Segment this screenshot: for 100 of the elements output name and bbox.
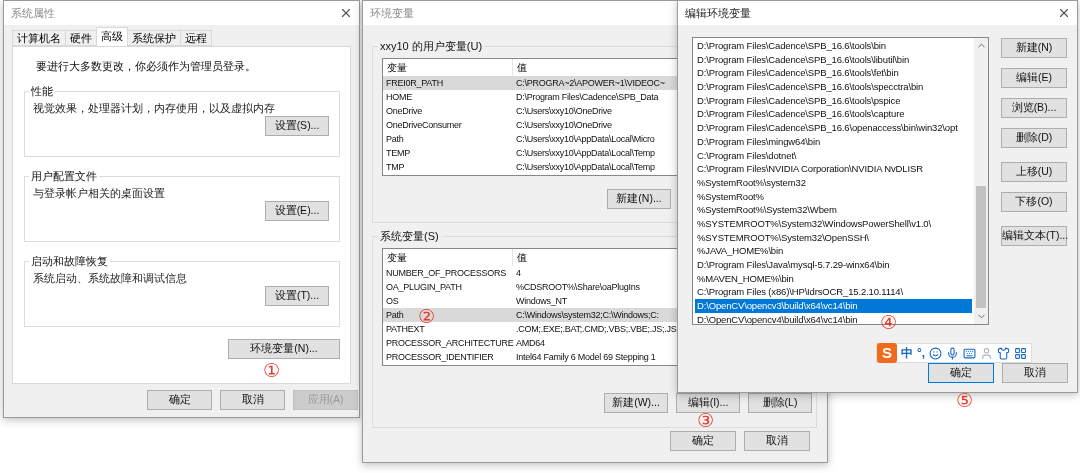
column-header[interactable]: 值: [513, 59, 677, 76]
tab[interactable]: 计算机名: [12, 30, 66, 46]
tab[interactable]: 系统保护: [127, 30, 181, 46]
dialog-button[interactable]: 取消: [220, 390, 285, 410]
microphone-icon[interactable]: [946, 346, 960, 360]
dialog-button[interactable]: 取消: [744, 431, 810, 451]
grid-icon[interactable]: [1014, 346, 1028, 360]
table-cell-text: C:\Users\xxy10\AppData\Local\Temp: [515, 162, 655, 172]
column-header[interactable]: 值: [513, 249, 677, 266]
new-button[interactable]: 新建(N)...: [607, 189, 671, 209]
tab[interactable]: 高级: [96, 27, 128, 46]
table-cell-text: PROCESSOR_ARCHITECTURE: [385, 338, 514, 348]
dialog-button[interactable]: 取消: [1002, 363, 1068, 383]
path-item[interactable]: %SystemRoot%: [695, 189, 764, 204]
table-row[interactable]: OA_PLUGIN_PATH %CDSROOT%\Share\oaPlugIns: [383, 280, 677, 294]
path-item[interactable]: D:\Program Files\Java\mysql-5.7.29-winx64\bin: [695, 258, 890, 272]
path-item[interactable]: D:\Program Files\Cadence\SPB_16.6\tools\capture: [695, 107, 905, 122]
step-number: ⑤: [956, 391, 974, 410]
environment-variables-button[interactable]: 环境变量(N)...: [228, 339, 340, 359]
tab[interactable]: 硬件: [65, 30, 97, 46]
notice-text: 要进行大多数更改，你必须作为管理员登录。: [36, 59, 257, 74]
dialog-button[interactable]: 删除(L): [748, 393, 812, 413]
table-cell-text: %CDSROOT%\Share\oaPlugIns: [515, 282, 640, 292]
path-item[interactable]: %SYSTEMROOT%\System32\WindowsPowerShell\v1.0\: [695, 216, 931, 231]
group-description: 系统启动、系统故障和调试信息: [33, 271, 188, 286]
shirt-icon[interactable]: [997, 346, 1011, 360]
table-cell-text: NUMBER_OF_PROCESSORS: [385, 268, 507, 278]
path-item[interactable]: D:\Program Files\Cadence\SPB_16.6\openaccess\bin\win32\opt: [695, 121, 958, 135]
path-item[interactable]: C:\Program Files\dotnet\: [695, 148, 797, 163]
table-cell-text: OS: [385, 296, 399, 306]
table-row[interactable]: OS Windows_NT: [383, 294, 677, 308]
table-row[interactable]: OneDrive C:\Users\xxy10\OneDrive: [383, 104, 677, 118]
table-row[interactable]: PROCESSOR_ARCHITECTURE AMD64: [383, 336, 677, 350]
column-header[interactable]: 变量: [383, 249, 513, 266]
group-label: 性能: [30, 84, 54, 99]
group-label: 用户配置文件: [30, 169, 98, 184]
table-row[interactable]: NUMBER_OF_PROCESSORS 4: [383, 266, 677, 280]
group-label: xxy10 的用户变量(U): [379, 39, 484, 54]
table-row[interactable]: TMP C:\Users\xxy10\AppData\Local\Temp: [383, 160, 677, 174]
table-cell-text: OneDriveConsumer: [385, 120, 462, 130]
table-row[interactable]: PROCESSOR_IDENTIFIER Intel64 Family 6 Model 69 Stepping 1: [383, 350, 677, 364]
path-item[interactable]: D:\Program Files\Cadence\SPB_16.6\tools\specctra\bin: [695, 80, 924, 94]
table-row[interactable]: TEMP C:\Users\xxy10\AppData\Local\Temp: [383, 146, 677, 160]
step-number: ①: [263, 361, 281, 380]
close-icon[interactable]: [1057, 6, 1071, 20]
group-description: 视觉效果，处理器计划，内存使用，以及虚拟内存: [33, 101, 276, 116]
path-item[interactable]: C:\Program Files (x86)\HP\IdrsOCR_15.2.10.1114\: [695, 285, 903, 300]
path-item[interactable]: %SYSTEMROOT%\System32\OpenSSH\: [695, 230, 869, 245]
dialog-button[interactable]: 编辑文本(T)...: [1001, 226, 1067, 246]
path-item[interactable]: %MAVEN_HOME%\bin: [695, 271, 794, 286]
path-item[interactable]: %JAVA_HOME%\bin: [695, 244, 784, 258]
ime-mode-toggle[interactable]: 中: [901, 344, 913, 362]
dialog-button[interactable]: 浏览(B)...: [1001, 98, 1067, 118]
path-item[interactable]: D:\OpenCV\opencv4\build\x64\vc14\bin: [695, 312, 858, 327]
tab[interactable]: 远程: [180, 30, 212, 46]
table-row[interactable]: Path C:\Users\xxy10\AppData\Local\Micro: [383, 132, 677, 146]
table-cell-text: C:\Users\xxy10\OneDrive: [515, 106, 612, 116]
table-cell-text: .COM;.EXE;.BAT;.CMD;.VBS;.VBE;.JS;.JS: [515, 324, 677, 334]
table-cell-text: AMD64: [515, 338, 545, 348]
scrollbar[interactable]: [974, 38, 988, 324]
dialog-button[interactable]: 新建(N): [1001, 38, 1067, 58]
dialog-button[interactable]: 上移(U): [1001, 162, 1067, 182]
group-description: 与登录帐户相关的桌面设置: [33, 186, 166, 201]
table-cell-text: PROCESSOR_IDENTIFIER: [385, 352, 494, 362]
dialog-button[interactable]: 新建(W)...: [604, 393, 668, 413]
path-item[interactable]: D:\Program Files\mingw64\bin: [695, 134, 821, 149]
scroll-thumb[interactable]: [976, 186, 986, 308]
dialog-button[interactable]: 下移(O): [1001, 192, 1067, 212]
smiley-icon[interactable]: [929, 346, 943, 360]
settings-button[interactable]: 设置(T)...: [265, 286, 329, 306]
table-row[interactable]: OneDriveConsumer C:\Users\xxy10\OneDrive: [383, 118, 677, 132]
dialog-button[interactable]: 确定: [928, 363, 994, 383]
table-cell-text: OneDrive: [385, 106, 422, 116]
path-item[interactable]: %SystemRoot%\System32\Wbem: [695, 203, 837, 217]
path-item[interactable]: D:\Program Files\Cadence\SPB_16.6\tools\pspice: [695, 93, 901, 108]
ime-punctuation-toggle[interactable]: °,: [917, 346, 926, 360]
table-row[interactable]: HOME D:\Program Files\Cadence\SPB_Data: [383, 90, 677, 104]
dialog-button[interactable]: 确定: [147, 390, 212, 410]
settings-button[interactable]: 设置(S)...: [265, 116, 329, 136]
table-cell-text: OA_PLUGIN_PATH: [385, 282, 462, 292]
table-row[interactable]: FREI0R_PATH C:\PROGRA~2\APOWER~1\VIDEOC~: [383, 76, 677, 90]
table-cell-text: FREI0R_PATH: [385, 78, 443, 88]
table-cell-text: C:\Users\xxy10\AppData\Local\Micro: [515, 134, 655, 144]
path-item[interactable]: C:\Program Files\NVIDIA Corporation\NVIDIA NvDLISR: [695, 162, 923, 176]
table-cell-text: Path: [385, 134, 404, 144]
dialog-button[interactable]: 删除(D): [1001, 128, 1067, 148]
path-item[interactable]: D:\OpenCV\opencv3\build\x64\vc14\bin: [695, 299, 972, 313]
path-item[interactable]: D:\Program Files\Cadence\SPB_16.6\tools\fet\bin: [695, 66, 899, 81]
path-item[interactable]: D:\Program Files\Cadence\SPB_16.6\tools\bin: [695, 39, 886, 53]
dialog-button[interactable]: 确定: [670, 431, 736, 451]
path-item[interactable]: D:\Program Files\Cadence\SPB_16.6\tools\libutil\bin: [695, 52, 909, 67]
settings-button[interactable]: 设置(E)...: [265, 201, 329, 221]
table-cell-text: TEMP: [385, 148, 410, 158]
keyboard-icon[interactable]: [963, 346, 977, 360]
table-cell-text: C:\Windows\system32;C:\Windows;C:: [515, 310, 659, 320]
close-icon[interactable]: [339, 6, 353, 20]
path-item[interactable]: %SystemRoot%\system32: [695, 175, 806, 190]
window-title: 环境变量: [370, 5, 414, 21]
dialog-button[interactable]: 编辑(E): [1001, 68, 1067, 88]
dialog-button[interactable]: 编辑(I)...: [676, 393, 740, 413]
